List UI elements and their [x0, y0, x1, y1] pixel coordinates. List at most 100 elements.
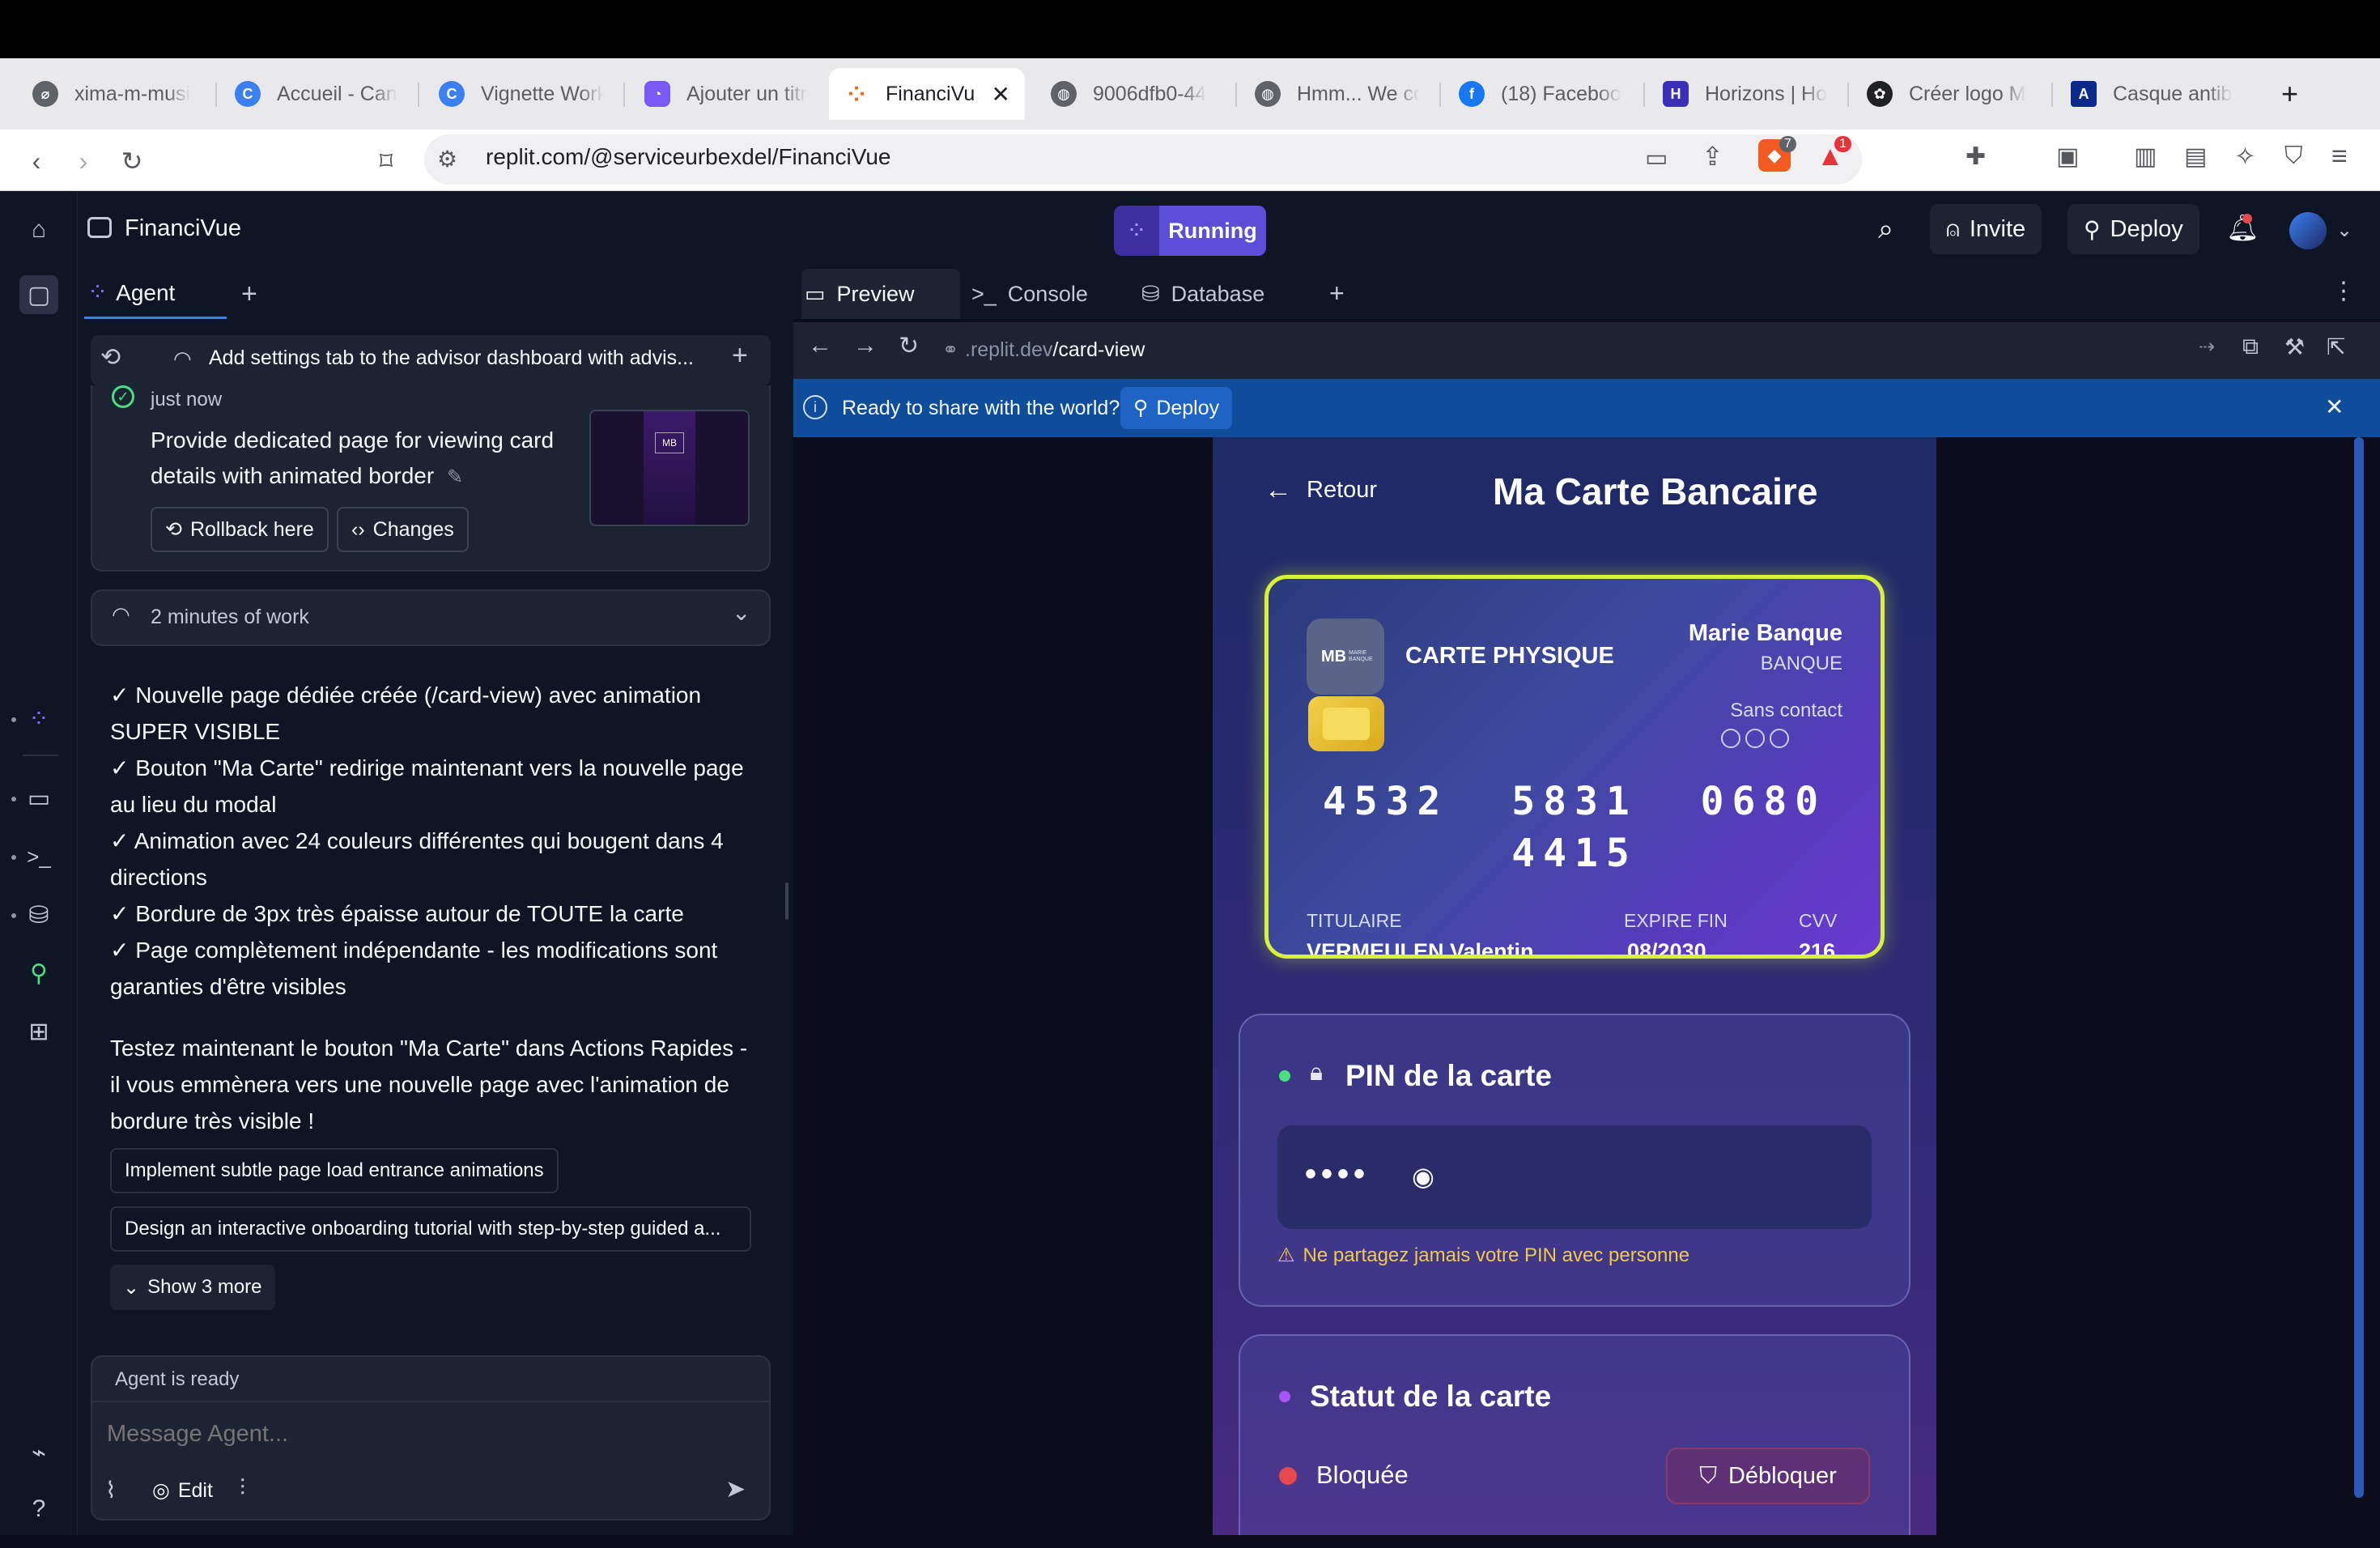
suggestion-chip[interactable]: Implement subtle page load entrance anim…	[110, 1148, 559, 1193]
pin-masked: ••••	[1305, 1156, 1371, 1192]
more-options-icon[interactable]: ⋮	[2331, 277, 2356, 305]
tab-divider	[623, 83, 625, 107]
back-icon[interactable]: ‹	[21, 146, 52, 176]
show-more-button[interactable]: ⌄ Show 3 more	[110, 1265, 275, 1310]
devtools-wrench-icon[interactable]: ⚒	[2284, 334, 2305, 360]
history-icon[interactable]: ⟲	[100, 343, 121, 372]
browser-tab[interactable]: ◍ 9006dfb0-44	[1036, 68, 1230, 120]
close-banner-icon[interactable]: ✕	[2325, 393, 2344, 420]
checkpoint-text: Provide dedicated page for viewing card …	[151, 427, 555, 488]
cvv-value: 216	[1799, 939, 1836, 955]
preview-scrollbar[interactable]	[2354, 437, 2364, 1498]
logo-subtext: MARIE BANQUE	[1349, 650, 1373, 662]
tab-agent[interactable]: ⁘ Agent	[84, 269, 227, 319]
eye-icon[interactable]: ◉	[1412, 1161, 1434, 1192]
browser-tab[interactable]: f (18) Faceboo	[1444, 68, 1638, 120]
cvv-label: CVV	[1799, 910, 1838, 931]
back-button[interactable]: ← Retour	[1264, 474, 1377, 506]
reload-icon[interactable]: ↻	[117, 146, 147, 176]
site-settings-icon[interactable]: ⚙	[437, 146, 457, 172]
tab-preview[interactable]: ▭ Preview	[801, 269, 960, 319]
menu-icon[interactable]: ≡	[2331, 141, 2348, 172]
thread-title[interactable]: Add settings tab to the advisor dashboar…	[209, 347, 695, 370]
cast-icon[interactable]: ▭	[1645, 144, 1668, 172]
browser-tab[interactable]: ✿ Créer logo M	[1852, 68, 2046, 120]
avatar[interactable]	[2289, 212, 2327, 249]
go-arrow-icon[interactable]: ⇢	[2199, 335, 2215, 359]
attach-icon[interactable]: ⌇	[105, 1477, 117, 1503]
share-prompt: Ready to share with the world?	[842, 397, 1120, 419]
database-icon[interactable]: ⛁	[19, 895, 58, 934]
vpn-shield-icon[interactable]: ⛉	[2284, 142, 2303, 170]
tab-console[interactable]: >_ Console	[971, 269, 1088, 319]
new-tab-button[interactable]: +	[1329, 279, 1345, 308]
message-input[interactable]	[107, 1415, 738, 1452]
browser-tab[interactable]: C Accueil - Can	[220, 68, 414, 120]
deploy-button[interactable]: ⚲ Deploy	[2068, 204, 2199, 254]
console-icon[interactable]: >_	[19, 837, 58, 876]
devices-icon[interactable]: ⧉	[2242, 334, 2259, 360]
changes-button[interactable]: ‹› Changes	[337, 507, 469, 552]
project-name[interactable]: FinanciVue	[125, 215, 241, 242]
app-icon: ◔	[644, 81, 670, 107]
edit-mode-button[interactable]: ◎ Edit	[152, 1478, 213, 1503]
edit-pencil-icon[interactable]: ✎	[447, 466, 463, 488]
browser-tab[interactable]: A Casque antib	[2056, 68, 2250, 120]
new-tab-button[interactable]: +	[241, 279, 257, 310]
close-tab-icon[interactable]: ✕	[992, 81, 1010, 108]
suggestion-chip[interactable]: Design an interactive onboarding tutoria…	[110, 1206, 751, 1252]
browser-tab[interactable]: C Vignette Work	[424, 68, 618, 120]
agent-icon[interactable]: ⁘	[19, 700, 58, 738]
help-icon[interactable]: ?	[19, 1490, 58, 1529]
browser-tab[interactable]: ◍ Hmm... We co	[1240, 68, 1434, 120]
notifications-settings-icon[interactable]: ⌁	[19, 1433, 58, 1472]
checkpoint-thumbnail[interactable]: MB	[589, 410, 750, 526]
banner-deploy-button[interactable]: ⚲ Deploy	[1120, 387, 1233, 429]
unlock-button[interactable]: ⛉ Débloquer	[1666, 1448, 1870, 1504]
settings-sliders-icon[interactable]: ⫶	[240, 1475, 245, 1502]
bookmark-icon[interactable]: ⌑	[371, 146, 402, 176]
code-icon: ‹›	[351, 517, 365, 541]
browser-tab[interactable]: H Horizons | Ho	[1648, 68, 1842, 120]
card-type: CARTE PHYSIQUE	[1405, 643, 1614, 669]
run-button[interactable]: ⁘ Running	[1114, 206, 1266, 256]
reader-icon[interactable]: ▣	[2056, 142, 2079, 171]
tab-divider	[1643, 83, 1645, 107]
agent-status: Agent is ready	[115, 1368, 240, 1390]
tab-database[interactable]: ⛁ Database	[1141, 269, 1264, 319]
new-chat-button[interactable]: +	[732, 340, 748, 372]
sidebar-toggle-icon[interactable]: ▥	[2134, 142, 2157, 171]
leo-ai-icon[interactable]: ✧	[2234, 141, 2256, 172]
share-icon[interactable]: ⇪	[1702, 141, 1723, 172]
browser-tab[interactable]: ◔ Ajouter un titr	[630, 68, 824, 120]
page-title: Ma Carte Bancaire	[1493, 470, 1818, 512]
files-panel-icon[interactable]: ▢	[19, 275, 58, 314]
rollback-button[interactable]: ⟲ Rollback here	[151, 507, 329, 552]
all-tools-icon[interactable]: ⊞	[19, 1012, 58, 1051]
forward-arrow-icon[interactable]: →	[853, 332, 878, 359]
window-bottom-edge	[0, 1535, 2380, 1548]
card-values-clip: VERMEULEN Valentin 08/2030 216	[1269, 939, 1881, 955]
preview-url[interactable]: .replit.dev/card-view	[965, 338, 1145, 362]
preview-monitor-icon[interactable]: ▭	[19, 779, 58, 818]
home-icon[interactable]: ⌂	[19, 211, 58, 249]
chevron-down-icon[interactable]: ⌄	[2336, 219, 2352, 242]
search-icon[interactable]: ⌕	[1878, 214, 1893, 245]
open-new-window-icon[interactable]: ⇱	[2327, 334, 2345, 360]
deploy-icon[interactable]: ⚲	[19, 954, 58, 993]
arrow-left-icon: ←	[1264, 474, 1292, 505]
browser-tab-active[interactable]: ⁘ FinanciVue ✕	[829, 68, 1025, 120]
chevron-down-icon[interactable]: ⌄	[732, 599, 750, 626]
url-text[interactable]: replit.com/@serviceurbexdel/FinanciVue	[486, 144, 891, 170]
browser-tab[interactable]: ⌀ xima-m-musi	[18, 68, 212, 120]
canva-icon: C	[439, 81, 465, 107]
wallet-icon[interactable]: ▤	[2184, 142, 2207, 171]
invite-button[interactable]: ⍝ Invite	[1930, 204, 2042, 254]
forward-icon[interactable]: ›	[68, 146, 99, 176]
back-arrow-icon[interactable]: ←	[808, 332, 832, 359]
panel-resize-handle[interactable]	[785, 882, 788, 920]
extensions-icon[interactable]: ✚	[1966, 142, 1986, 171]
new-tab-button[interactable]: +	[2267, 68, 2315, 120]
send-icon[interactable]: ➤	[725, 1475, 746, 1503]
reload-icon[interactable]: ↻	[899, 332, 919, 360]
